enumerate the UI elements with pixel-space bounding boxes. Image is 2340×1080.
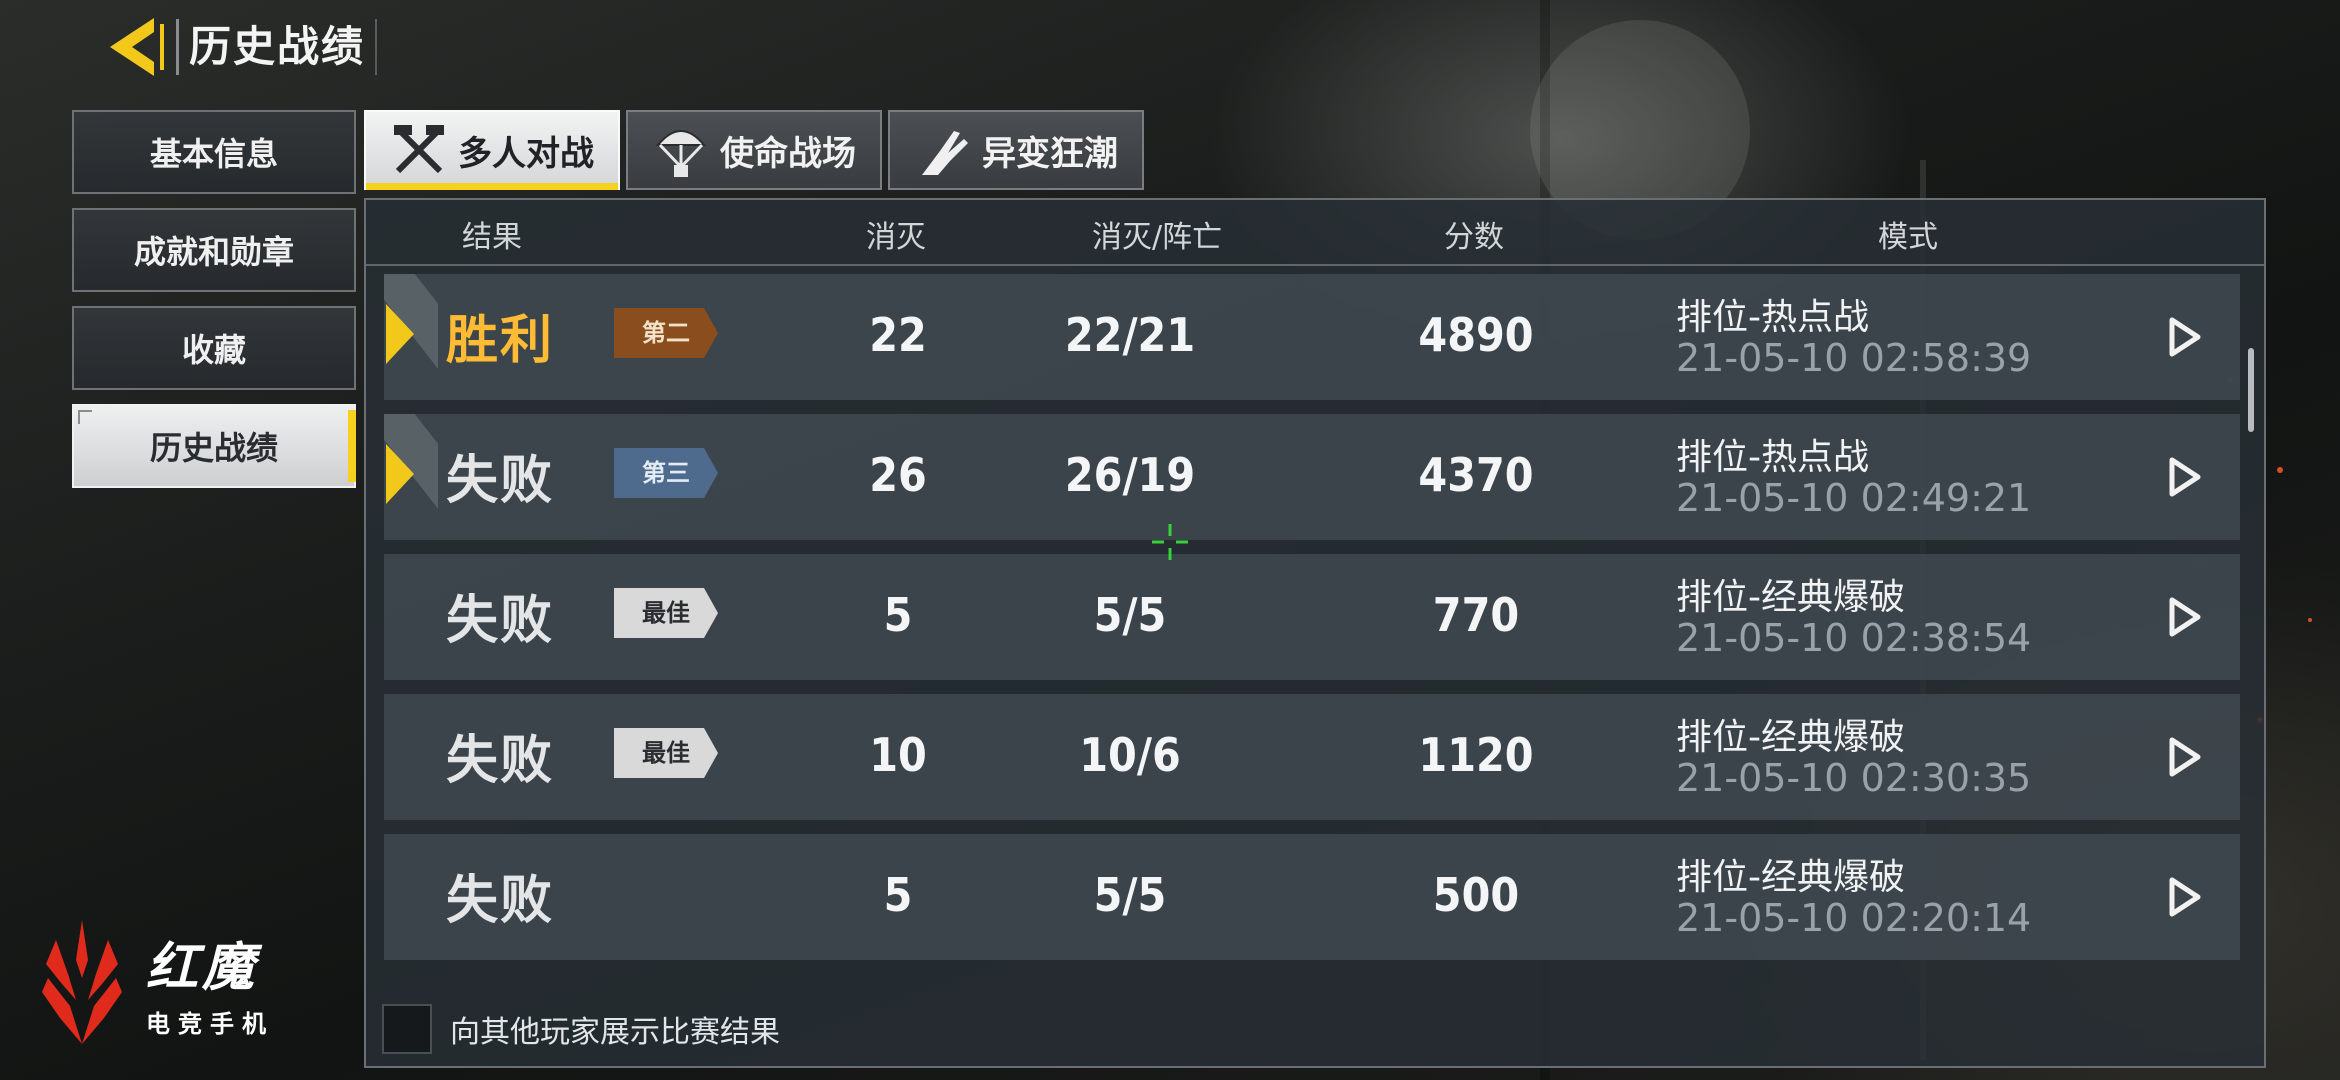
mode-name: 排位-经典爆破 — [1676, 857, 1905, 898]
kd-value: 10/6 — [1079, 728, 1181, 782]
back-arrow-icon — [110, 18, 164, 76]
score-value: 500 — [1432, 868, 1520, 922]
tab-label: 多人对战 — [458, 133, 594, 174]
header-result: 结果 — [462, 220, 522, 255]
mvp-badge: 最佳 — [614, 728, 718, 778]
header-kd: 消灭/阵亡 — [1092, 220, 1223, 255]
mvp-badge: 最佳 — [614, 588, 718, 638]
tab-zombies[interactable]: 异变狂潮 — [888, 110, 1144, 190]
kd-value: 22/21 — [1064, 308, 1196, 362]
sidebar-item-label: 收藏 — [181, 331, 246, 369]
crosshair-icon — [1152, 524, 1188, 560]
header-score: 分数 — [1444, 220, 1504, 255]
score-value: 1120 — [1418, 728, 1534, 782]
kd-value: 5/5 — [1093, 868, 1167, 922]
sidebar-item-label: 历史战绩 — [149, 429, 278, 467]
match-timestamp: 21-05-10 02:58:39 — [1676, 336, 2032, 380]
table-row[interactable]: 失败 最佳 5 5/5 770 排位-经典爆破 21-05-10 02:38:5… — [384, 554, 2240, 680]
kills-value: 22 — [869, 308, 927, 362]
header-mode: 模式 — [1878, 220, 1938, 255]
share-results-label: 向其他玩家展示比赛结果 — [450, 1015, 780, 1050]
match-list: 胜利 第二 22 22/21 4890 排位-热点战 21-05-10 02:5… — [384, 274, 2240, 974]
kd-value: 26/19 — [1064, 448, 1196, 502]
share-results-option: 向其他玩家展示比赛结果 — [382, 1004, 780, 1054]
sidebar-item-label: 基本信息 — [149, 135, 278, 173]
kills-value: 26 — [869, 448, 927, 502]
match-history-panel: 结果 消灭 消灭/阵亡 分数 模式 胜利 第二 22 22/21 4890 排位… — [364, 198, 2266, 1068]
play-arrow-icon[interactable] — [2164, 874, 2204, 920]
result-text: 失败 — [446, 451, 555, 511]
brand-name: 红魔 — [146, 938, 259, 998]
mode-name: 排位-经典爆破 — [1676, 577, 1905, 618]
kd-value: 5/5 — [1093, 588, 1167, 642]
share-results-checkbox[interactable] — [382, 1004, 432, 1054]
sidebar-item-match-history[interactable]: 历史战绩 — [72, 404, 356, 488]
tab-battle-royale[interactable]: 使命战场 — [626, 110, 882, 190]
sidebar-item-collection[interactable]: 收藏 — [72, 306, 356, 390]
table-header: 结果 消灭 消灭/阵亡 分数 模式 — [366, 200, 2264, 266]
tab-label: 异变狂潮 — [982, 133, 1118, 174]
play-arrow-icon[interactable] — [2164, 734, 2204, 780]
list-scrollbar[interactable] — [2248, 348, 2254, 432]
kills-value: 5 — [883, 588, 913, 642]
match-timestamp: 21-05-10 02:49:21 — [1676, 476, 2032, 520]
tab-multiplayer[interactable]: 多人对战 — [364, 110, 620, 190]
top-bar: 历史战绩 — [104, 14, 378, 80]
placement-badge: 第三 — [614, 448, 718, 498]
mode-name: 排位-热点战 — [1676, 437, 1869, 478]
match-timestamp: 21-05-10 02:30:35 — [1676, 756, 2032, 800]
parachute-icon — [655, 130, 707, 177]
table-row[interactable]: 失败 第三 26 26/19 4370 排位-热点战 21-05-10 02:4… — [384, 414, 2240, 540]
crossed-weapons-icon — [394, 125, 444, 174]
result-text: 失败 — [446, 591, 555, 651]
table-row[interactable]: 胜利 第二 22 22/21 4890 排位-热点战 21-05-10 02:5… — [384, 274, 2240, 400]
score-value: 4890 — [1418, 308, 1534, 362]
red-magic-logo-icon — [42, 920, 122, 1044]
result-text: 失败 — [446, 731, 555, 791]
play-arrow-icon[interactable] — [2164, 454, 2204, 500]
red-magic-watermark: 红魔 电竞手机 — [40, 920, 274, 1044]
sidebar-item-achievements[interactable]: 成就和勋章 — [72, 208, 356, 292]
placement-badge: 第二 — [614, 308, 718, 358]
match-timestamp: 21-05-10 02:20:14 — [1676, 896, 2032, 940]
kills-value: 5 — [883, 868, 913, 922]
score-value: 4370 — [1418, 448, 1534, 502]
back-button[interactable] — [104, 14, 168, 80]
play-arrow-icon[interactable] — [2164, 314, 2204, 360]
mode-name: 排位-经典爆破 — [1676, 717, 1905, 758]
mode-tabs: 多人对战 使命战场 异变狂潮 — [364, 110, 1150, 190]
sidebar-item-label: 成就和勋章 — [133, 233, 294, 271]
result-text: 胜利 — [446, 311, 555, 371]
header-kills: 消灭 — [866, 220, 926, 255]
play-arrow-icon[interactable] — [2164, 594, 2204, 640]
brand-subtitle: 电竞手机 — [146, 1010, 274, 1038]
row-highlight-marker — [384, 414, 438, 540]
table-row[interactable]: 失败 最佳 10 10/6 1120 排位-经典爆破 21-05-10 02:3… — [384, 694, 2240, 820]
claw-icon — [922, 131, 968, 175]
page-title: 历史战绩 — [176, 19, 378, 75]
score-value: 770 — [1432, 588, 1520, 642]
tab-label: 使命战场 — [720, 133, 856, 174]
row-highlight-marker — [384, 274, 438, 400]
kills-value: 10 — [869, 728, 927, 782]
match-timestamp: 21-05-10 02:38:54 — [1676, 616, 2032, 660]
result-text: 失败 — [446, 871, 555, 931]
table-row[interactable]: 失败 5 5/5 500 排位-经典爆破 21-05-10 02:20:14 — [384, 834, 2240, 960]
mode-name: 排位-热点战 — [1676, 297, 1869, 338]
sidebar: 基本信息 成就和勋章 收藏 历史战绩 — [72, 110, 358, 502]
sidebar-item-basic-info[interactable]: 基本信息 — [72, 110, 356, 194]
